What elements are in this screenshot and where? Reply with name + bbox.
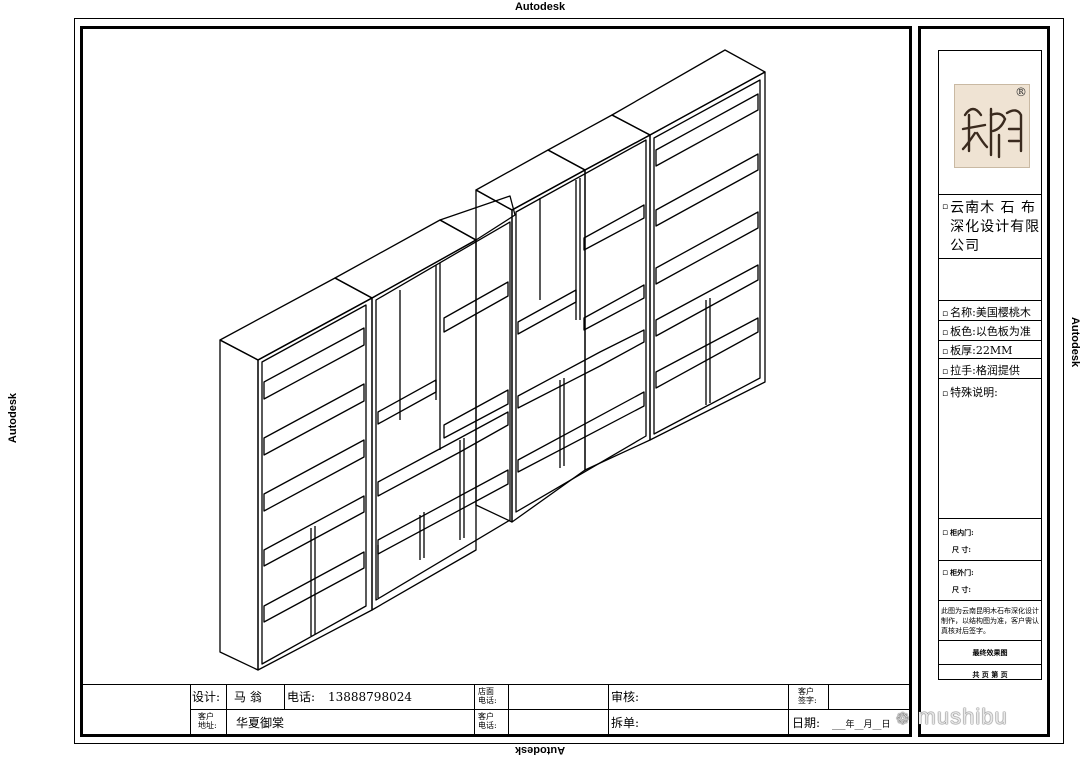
field-bullet: ▫	[942, 328, 949, 338]
split-order-label: 拆单:	[611, 716, 640, 730]
inner-door-label: ▫ 柜内门:	[942, 528, 974, 538]
company-name-text: 云南木 石 布 深化设计有限公司	[950, 200, 1041, 254]
cabinet-unit-3	[475, 114, 651, 523]
customer-address-label: 客户 地址:	[198, 712, 217, 730]
social-watermark-text: mushibu	[917, 704, 1008, 729]
designer-name: 马 翁	[234, 690, 262, 704]
drawing-note: 此图为云南昆明木石布深化设计制作，以结构图为准，客户需认真核对后签字。	[941, 607, 1039, 635]
company-name: ▫ 云南木 石 布 深化设计有限公司	[942, 199, 1046, 256]
customer-address-label-line1: 客户	[198, 712, 214, 721]
review-label: 审核:	[611, 690, 640, 704]
customer-address-label-line2: 地址:	[198, 721, 217, 730]
field-bullet: ▫	[942, 309, 949, 319]
cabinet-unit-1	[219, 277, 373, 671]
registered-mark: ®	[1015, 85, 1027, 99]
field-special-notes-label: 特殊说明:	[950, 386, 998, 399]
field-name-label: 名称:	[950, 306, 976, 319]
outer-door-label: ▫ 柜外门:	[942, 568, 974, 578]
field-name: ▫ 名称:美国樱桃木	[942, 304, 1031, 320]
field-handle-value: 格润提供	[975, 364, 1020, 377]
field-board-thickness-value: 22MM	[975, 344, 1013, 357]
customer-phone-label: 客户 电话:	[478, 712, 497, 730]
page-info: 共 页 第 页	[972, 670, 1008, 679]
store-phone-label-line2: 电话:	[478, 696, 497, 705]
company-logo: ®	[954, 84, 1030, 168]
field-special-notes: ▫ 特殊说明:	[942, 384, 998, 400]
customer-sign-label: 客户 签字:	[798, 687, 817, 705]
field-board-color: ▫ 板色:以色板为准	[942, 323, 1031, 339]
field-board-thickness-label: 板厚:	[950, 344, 976, 357]
inner-door-bullet: ▫	[942, 528, 949, 538]
phone-label: 电话:	[287, 690, 316, 704]
company-bullet: ▫	[942, 202, 949, 212]
customer-sign-label-line2: 签字:	[798, 696, 817, 705]
store-phone-label: 店面 电话:	[478, 687, 497, 705]
outer-door-bullet: ▫	[942, 568, 949, 578]
social-watermark: ❁ mushibu	[896, 704, 1008, 730]
inner-door-size: 尺 寸:	[952, 545, 972, 554]
customer-phone-label-line2: 电话:	[478, 721, 497, 730]
phone-number: 13888798024	[328, 690, 412, 704]
field-board-thickness: ▫ 板厚:22MM	[942, 342, 1012, 358]
date-value: ___年__月__日	[832, 720, 891, 730]
drawing-name: 最终效果图	[972, 648, 1008, 657]
design-label: 设计:	[192, 690, 221, 704]
cabinet-unit-2	[334, 195, 516, 611]
field-name-value: 美国樱桃木	[975, 306, 1031, 319]
field-handle-label: 拉手:	[950, 364, 976, 377]
outer-door-label-text: 柜外门:	[950, 568, 974, 577]
store-phone-label-line1: 店面	[478, 687, 494, 696]
chat-bubble-icon: ❁	[896, 711, 911, 728]
cabinet-isometric-drawing	[219, 49, 766, 671]
customer-phone-label-line1: 客户	[478, 712, 494, 721]
inner-door-label-text: 柜内门:	[950, 528, 974, 537]
cabinet-unit-4	[611, 49, 766, 441]
field-bullet: ▫	[942, 367, 949, 377]
customer-address: 华夏御棠	[236, 716, 285, 730]
field-board-color-value: 以色板为准	[975, 325, 1031, 338]
date-label: 日期:	[792, 716, 821, 730]
field-handle: ▫ 拉手:格润提供	[942, 362, 1020, 378]
field-bullet: ▫	[942, 347, 949, 357]
outer-door-size: 尺 寸:	[952, 585, 972, 594]
field-bullet: ▫	[942, 389, 949, 399]
customer-sign-label-line1: 客户	[798, 687, 814, 696]
field-board-color-label: 板色:	[950, 325, 976, 338]
